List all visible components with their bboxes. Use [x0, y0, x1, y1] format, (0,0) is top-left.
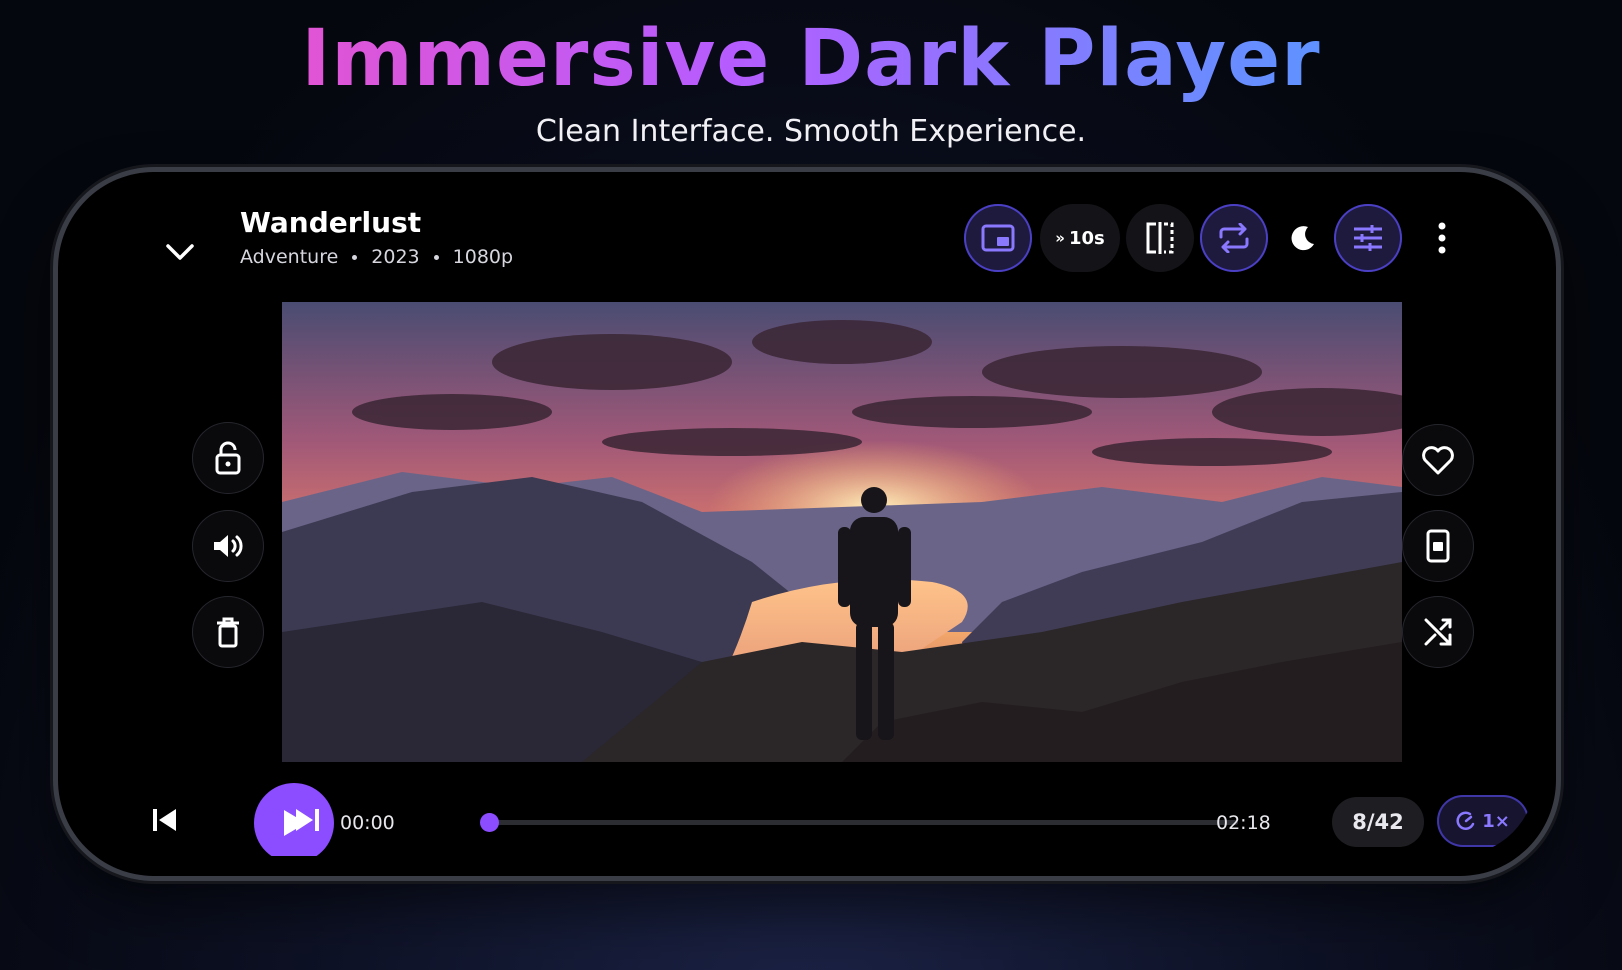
skip-forward-button[interactable]: » 10s	[1040, 204, 1120, 272]
favorite-button[interactable]	[1402, 424, 1474, 496]
trash-icon	[217, 617, 239, 648]
lock-button[interactable]	[192, 422, 264, 494]
shuffle-button[interactable]	[1402, 596, 1474, 668]
repeat-icon	[1219, 223, 1249, 253]
video-quality: 1080p	[452, 246, 514, 268]
playback-controls: 00:00 02:18 8/42 1×	[78, 762, 1536, 856]
current-time: 00:00	[340, 812, 395, 834]
repeat-button[interactable]	[1200, 204, 1268, 272]
total-time: 02:18	[1216, 812, 1271, 834]
separator-dot	[352, 254, 358, 260]
phone-frame: Wanderlust Adventure 2023 1080p » 10s 00…	[58, 172, 1556, 876]
moon-icon	[1291, 226, 1314, 251]
orientation-lock-button[interactable]	[1402, 510, 1474, 582]
volume-icon	[214, 535, 243, 557]
skip-label: 10s	[1068, 227, 1105, 249]
progress-knob[interactable]	[480, 813, 499, 832]
next-button[interactable]	[294, 807, 320, 837]
skip-previous-icon	[153, 809, 176, 831]
chevron-down-icon	[166, 244, 194, 260]
skip-next-icon	[296, 809, 319, 831]
delete-button[interactable]	[192, 596, 264, 668]
picture-in-picture-icon	[981, 224, 1015, 252]
video-year: 2023	[371, 246, 420, 268]
equalizer-button[interactable]	[1334, 204, 1402, 272]
picture-in-picture-button[interactable]	[964, 204, 1032, 272]
headline: Immersive Dark Player	[0, 14, 1622, 104]
video-meta: Adventure 2023 1080p	[240, 246, 513, 268]
speedometer-icon	[1456, 811, 1475, 830]
video-title: Wanderlust	[240, 206, 422, 239]
more-options-button[interactable]	[1408, 204, 1476, 272]
video-frame[interactable]	[282, 302, 1402, 762]
more-vertical-icon	[1438, 222, 1446, 254]
progress-track[interactable]	[488, 820, 1238, 825]
playlist-counter[interactable]: 8/42	[1332, 797, 1424, 847]
collapse-button[interactable]	[160, 232, 200, 272]
video-thumbnail	[282, 302, 1402, 762]
player-screen: Wanderlust Adventure 2023 1080p » 10s 00…	[78, 192, 1536, 856]
playback-speed-label: 1×	[1482, 810, 1510, 832]
player-top-bar: Wanderlust Adventure 2023 1080p » 10s	[78, 192, 1536, 312]
night-mode-button[interactable]	[1268, 204, 1336, 272]
lock-icon	[215, 441, 241, 475]
shuffle-icon	[1424, 618, 1452, 646]
fast-forward-icon: »	[1055, 229, 1065, 247]
video-genre: Adventure	[240, 246, 339, 268]
heart-icon	[1422, 446, 1454, 475]
volume-button[interactable]	[192, 510, 264, 582]
sliders-icon	[1354, 225, 1382, 251]
mirror-icon	[1146, 222, 1174, 254]
portrait-lock-icon	[1426, 529, 1450, 563]
playback-speed-button[interactable]: 1×	[1437, 795, 1529, 847]
previous-button[interactable]	[152, 807, 178, 837]
subheadline: Clean Interface. Smooth Experience.	[535, 114, 1087, 149]
mirror-button[interactable]	[1126, 204, 1194, 272]
separator-dot	[433, 254, 439, 260]
